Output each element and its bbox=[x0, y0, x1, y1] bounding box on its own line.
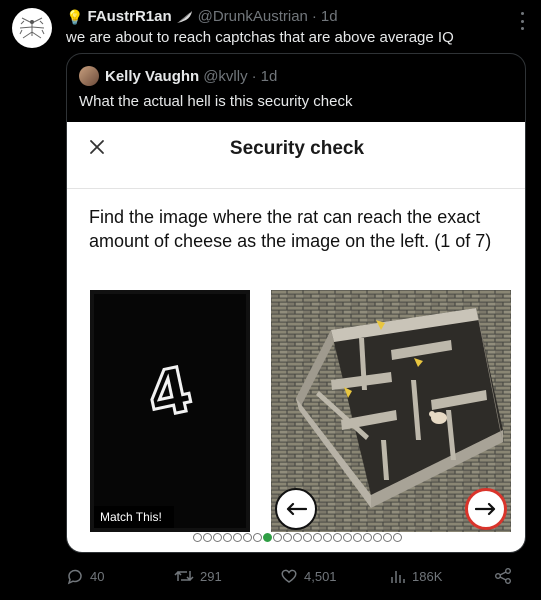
view-count: 186K bbox=[412, 568, 443, 584]
quoted-author-name[interactable]: Kelly Vaughn bbox=[105, 68, 199, 85]
tweet-actions: 40 291 4,501 186K bbox=[66, 566, 526, 586]
tweet-text: we are about to reach captchas that are … bbox=[66, 29, 454, 46]
pagination-dot[interactable] bbox=[292, 533, 302, 542]
reply-button[interactable]: 40 bbox=[66, 567, 104, 585]
quoted-text: What the actual hell is this security ch… bbox=[79, 93, 353, 110]
pagination-dot[interactable] bbox=[302, 533, 312, 542]
analytics-icon bbox=[391, 571, 405, 583]
reply-count: 40 bbox=[90, 568, 105, 584]
pagination-dot[interactable] bbox=[362, 533, 372, 542]
reference-digit: 4 bbox=[141, 352, 198, 432]
divider bbox=[67, 188, 525, 189]
pagination-dot[interactable] bbox=[192, 533, 202, 542]
pagination-dots bbox=[67, 533, 525, 542]
lightbulb-icon: 💡 bbox=[66, 9, 84, 25]
share-icon bbox=[495, 568, 511, 584]
tweet-time[interactable]: 1d bbox=[321, 7, 338, 27]
like-count: 4,501 bbox=[304, 568, 337, 584]
pagination-dot[interactable] bbox=[392, 533, 402, 542]
reply-icon bbox=[67, 569, 82, 585]
pagination-dot[interactable] bbox=[232, 533, 242, 542]
views-button[interactable]: 186K bbox=[390, 568, 442, 584]
captcha-prompt: Find the image where the rat can reach t… bbox=[89, 207, 492, 251]
pagination-dot[interactable] bbox=[332, 533, 342, 542]
repost-count: 291 bbox=[200, 568, 222, 584]
pagination-dot[interactable] bbox=[372, 533, 382, 542]
reference-image: 4 Match This! bbox=[90, 290, 250, 532]
next-button[interactable] bbox=[465, 488, 507, 530]
match-label: Match This! bbox=[94, 506, 174, 528]
author-name[interactable]: FAustrR1an bbox=[87, 7, 171, 27]
quoted-time[interactable]: 1d bbox=[261, 68, 278, 85]
pagination-dot[interactable] bbox=[242, 533, 252, 542]
wing-icon bbox=[176, 10, 194, 24]
maze-image[interactable] bbox=[271, 290, 511, 532]
repost-button[interactable]: 291 bbox=[174, 567, 222, 585]
captcha-card: Security check Find the image where the … bbox=[67, 122, 525, 552]
pagination-dot[interactable] bbox=[202, 533, 212, 542]
pagination-dot[interactable] bbox=[312, 533, 322, 542]
previous-button[interactable] bbox=[275, 488, 317, 530]
arrow-right-icon bbox=[475, 502, 496, 516]
arrow-left-icon bbox=[286, 502, 307, 516]
quoted-avatar[interactable] bbox=[79, 66, 99, 86]
quoted-handle[interactable]: @kvlly bbox=[203, 68, 247, 85]
like-button[interactable]: 4,501 bbox=[280, 567, 337, 585]
captcha-title: Security check bbox=[229, 138, 365, 159]
more-options-icon[interactable] bbox=[517, 10, 527, 32]
repost-icon bbox=[174, 570, 194, 582]
share-button[interactable] bbox=[494, 567, 512, 585]
pagination-dot[interactable] bbox=[212, 533, 222, 542]
author-handle[interactable]: @DrunkAustrian bbox=[198, 7, 308, 27]
pagination-dot[interactable] bbox=[322, 533, 332, 542]
heart-icon bbox=[281, 569, 297, 583]
pagination-dot[interactable] bbox=[252, 533, 262, 542]
quoted-tweet[interactable]: Kelly Vaughn @kvlly · 1d What the actual… bbox=[66, 53, 526, 553]
pagination-dot[interactable] bbox=[222, 533, 232, 542]
time-separator: · bbox=[311, 8, 317, 25]
pagination-dot[interactable] bbox=[342, 533, 352, 542]
quoted-header: Kelly Vaughn @kvlly · 1d bbox=[79, 66, 277, 86]
quoted-time-separator: · bbox=[251, 67, 257, 85]
tweet-header: 💡 FAustrR1an @DrunkAustrian · 1d bbox=[66, 7, 338, 27]
pagination-dot[interactable] bbox=[282, 533, 292, 542]
pagination-dot[interactable] bbox=[382, 533, 392, 542]
author-avatar[interactable] bbox=[12, 8, 52, 48]
pagination-dot-active[interactable] bbox=[262, 533, 272, 542]
pagination-dot[interactable] bbox=[272, 533, 282, 542]
pagination-dot[interactable] bbox=[352, 533, 362, 542]
